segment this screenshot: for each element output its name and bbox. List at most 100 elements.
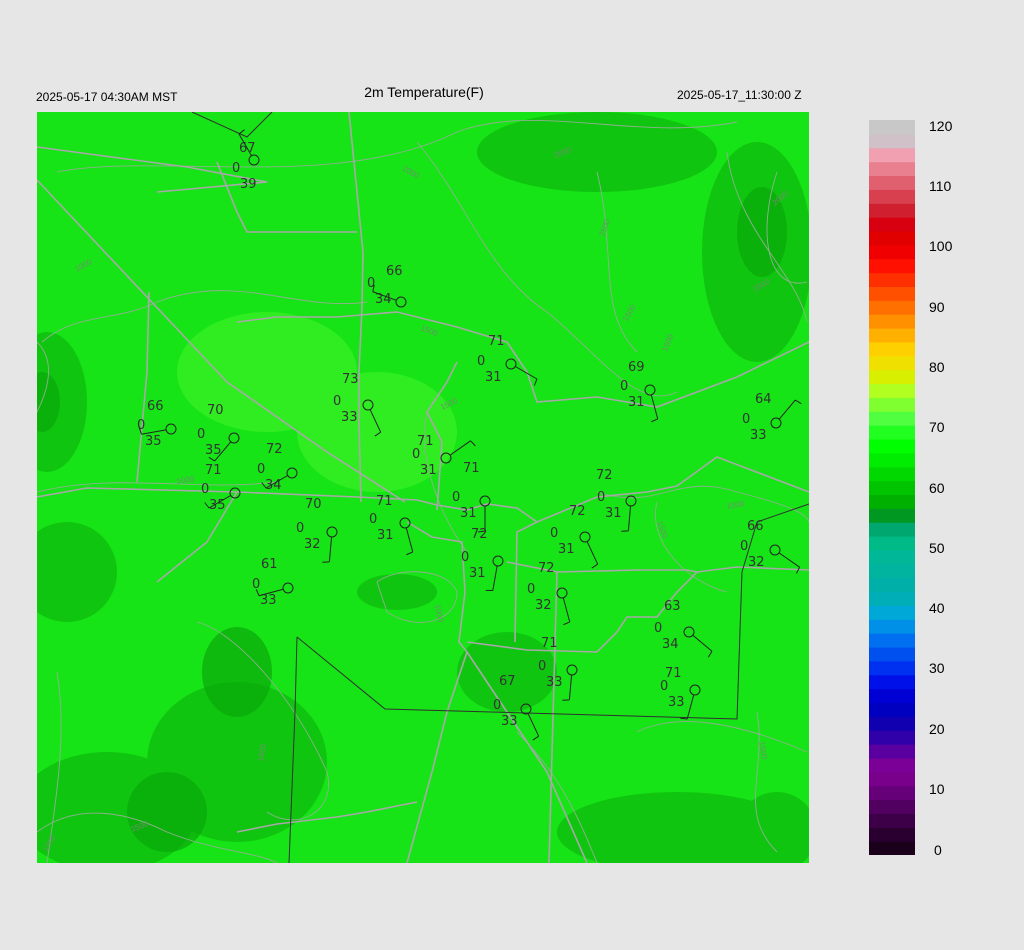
station-temperature: 71 (488, 334, 505, 349)
colorbar-tick-label: 90 (929, 299, 945, 315)
station-dewpoint: 32 (748, 555, 765, 570)
station-wind-speed: 0 (461, 550, 469, 565)
colorbar-band (869, 133, 915, 149)
station-wind-speed: 0 (367, 276, 375, 291)
colorbar-tick-label: 70 (929, 419, 945, 435)
colorbar-band (869, 536, 915, 551)
station-temperature: 66 (747, 519, 764, 534)
colorbar-tick-label: 120 (929, 118, 953, 134)
colorbar-band (869, 438, 915, 454)
colorbar-band (869, 522, 915, 537)
station-dewpoint: 31 (605, 506, 622, 521)
colorbar-band (869, 577, 915, 593)
colorbar-band (869, 397, 915, 412)
colorbar-band (869, 841, 915, 855)
station-wind-speed: 0 (333, 394, 341, 409)
station-wind-speed: 0 (477, 354, 485, 369)
station-wind-speed: 0 (550, 526, 558, 541)
station-wind-speed: 0 (412, 447, 420, 462)
colorbar-band (869, 314, 915, 329)
colorbar-band (869, 744, 915, 759)
station-temperature: 67 (499, 674, 516, 689)
colorbar-tick-label: 110 (929, 178, 952, 194)
station-temperature: 63 (664, 599, 681, 614)
colorbar-band (869, 452, 915, 468)
colorbar-band (869, 189, 915, 204)
colorbar-band (869, 161, 915, 177)
colorbar-band (869, 771, 915, 787)
station-wind-speed: 0 (742, 412, 750, 427)
colorbar-tick-label: 40 (929, 600, 945, 616)
station-wind-speed: 0 (597, 490, 605, 505)
colorbar-band (869, 341, 915, 357)
station-temperature: 70 (207, 403, 224, 418)
station-wind-speed: 0 (197, 427, 205, 442)
station-dewpoint: 35 (145, 434, 162, 449)
colorbar-band (869, 633, 915, 648)
station-temperature: 69 (628, 360, 645, 375)
colorbar-band (869, 785, 915, 801)
station-wind-speed: 0 (452, 490, 460, 505)
station-temperature: 72 (538, 561, 555, 576)
station-wind-speed: 0 (660, 679, 668, 694)
station-wind-speed: 0 (740, 539, 748, 554)
station-dewpoint: 33 (341, 410, 358, 425)
station-dewpoint: 31 (558, 542, 575, 557)
colorbar-band (869, 244, 915, 260)
station-wind-speed: 0 (654, 621, 662, 636)
colorbar-band (869, 799, 915, 814)
colorbar-band (869, 591, 915, 606)
colorbar-band (869, 383, 915, 398)
colorbar-tick-label: 0 (934, 842, 942, 858)
station-dewpoint: 39 (240, 177, 257, 192)
station-dewpoint: 34 (662, 637, 679, 652)
colorbar-band (869, 716, 915, 731)
station-temperature: 72 (569, 504, 586, 519)
station-dewpoint: 33 (546, 675, 563, 690)
colorbar-band (869, 605, 915, 620)
station-wind-speed: 0 (369, 512, 377, 527)
station-temperature: 72 (266, 442, 283, 457)
station-dewpoint: 32 (304, 537, 321, 552)
colorbar-band (869, 827, 915, 842)
colorbar-band (869, 272, 915, 288)
station-temperature: 66 (386, 264, 403, 279)
colorbar-band (869, 730, 915, 745)
colorbar-band (869, 425, 915, 440)
utc-time-label: 2025-05-17_11:30:00 Z (677, 88, 802, 102)
colorbar-band (869, 646, 915, 662)
colorbar-tick-label: 10 (929, 781, 945, 797)
station-temperature: 61 (261, 557, 278, 572)
colorbar-band (869, 147, 915, 163)
colorbar-band (869, 660, 915, 676)
station-wind-speed: 0 (257, 462, 265, 477)
station-temperature: 71 (463, 461, 480, 476)
station-temperature: 73 (342, 372, 359, 387)
station-temperature: 71 (205, 463, 222, 478)
station-temperature: 71 (376, 494, 393, 509)
station-dewpoint: 31 (469, 566, 486, 581)
colorbar-band (869, 508, 915, 523)
colorbar-band (869, 120, 915, 135)
station-temperature: 72 (596, 468, 613, 483)
colorbar-band (869, 757, 915, 773)
station-dewpoint: 33 (501, 714, 518, 729)
station-dewpoint: 31 (628, 395, 645, 410)
station-dewpoint: 33 (668, 695, 685, 710)
colorbar-band (869, 258, 915, 274)
station-temperature: 66 (147, 399, 164, 414)
station-dewpoint: 31 (420, 463, 437, 478)
colorbar-tick-label: 80 (929, 359, 945, 375)
station-temperature: 72 (471, 527, 488, 542)
station-wind-speed: 0 (137, 418, 145, 433)
colorbar-band (869, 300, 915, 315)
station-wind-speed: 0 (296, 521, 304, 536)
colorbar-band (869, 480, 915, 496)
colorbar-band (869, 355, 915, 371)
station-wind-speed: 0 (620, 379, 628, 394)
colorbar-band (869, 328, 915, 343)
colorbar-band (869, 549, 915, 565)
station-dewpoint: 34 (375, 292, 392, 307)
colorbar-tick-label: 20 (929, 721, 945, 737)
colorbar-band (869, 175, 915, 190)
